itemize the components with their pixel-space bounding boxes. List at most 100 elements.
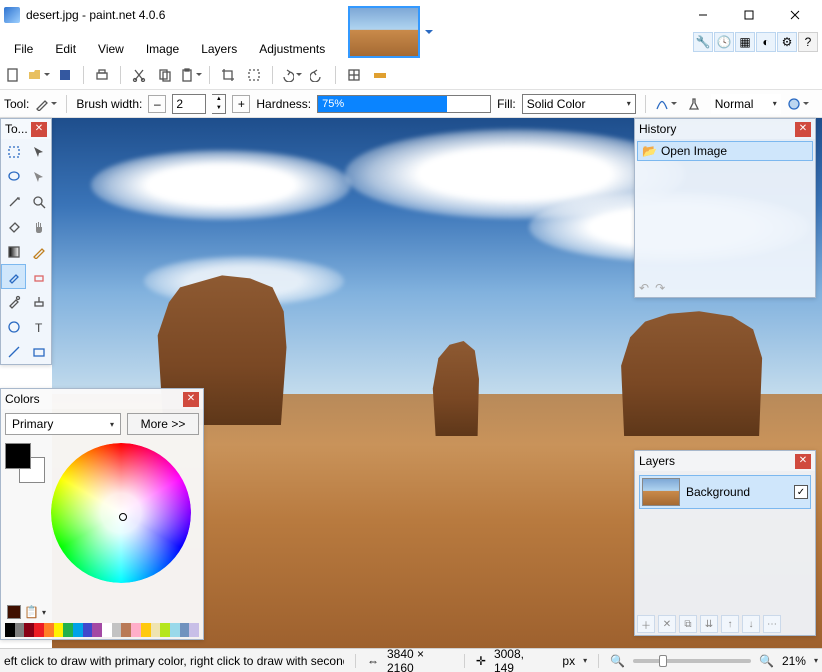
layer-row[interactable]: Background ✓ [639, 475, 811, 509]
palette-color[interactable] [189, 623, 199, 637]
layer-down-button[interactable]: ↓ [742, 615, 760, 633]
brush-width-spinner[interactable]: ▲▼ [212, 94, 226, 114]
palette-color[interactable] [160, 623, 170, 637]
layer-visible-checkbox[interactable]: ✓ [794, 485, 808, 499]
palette-color[interactable] [131, 623, 141, 637]
menu-view[interactable]: View [88, 39, 134, 59]
tool-picker[interactable] [35, 93, 57, 115]
menu-edit[interactable]: Edit [45, 39, 86, 59]
tool-pan[interactable] [26, 214, 51, 239]
palette-color[interactable] [5, 623, 15, 637]
tool-magic-wand[interactable] [1, 189, 26, 214]
palette-color[interactable] [15, 623, 25, 637]
history-undo-icon[interactable]: ↶ [639, 281, 649, 295]
colors-more-button[interactable]: More >> [127, 413, 199, 435]
tool-pencil[interactable] [26, 239, 51, 264]
settings-icon[interactable]: ⚙ [777, 32, 797, 52]
tool-line[interactable] [1, 339, 26, 364]
deselect-button[interactable] [243, 64, 265, 86]
recent-color-swatch[interactable] [7, 605, 21, 619]
brush-width-inc[interactable]: + [232, 95, 250, 113]
layers-panel-close[interactable]: ✕ [795, 454, 811, 469]
redo-button[interactable] [306, 64, 328, 86]
tool-colorpicker[interactable] [1, 289, 26, 314]
add-color-icon[interactable]: 📋 [24, 605, 39, 619]
zoom-out-icon[interactable]: 🔍 [610, 654, 625, 668]
palette-color[interactable] [73, 623, 83, 637]
cut-button[interactable] [128, 64, 150, 86]
fill-select[interactable]: Solid Color▾ [522, 94, 636, 114]
tool-move-pixels[interactable] [26, 164, 51, 189]
paste-button[interactable] [180, 64, 202, 86]
palette-color[interactable] [83, 623, 93, 637]
tool-recolor[interactable] [1, 314, 26, 339]
layer-up-button[interactable]: ↑ [721, 615, 739, 633]
new-button[interactable] [2, 64, 24, 86]
history-redo-icon[interactable]: ↷ [655, 281, 665, 295]
antialias-toggle[interactable] [655, 93, 677, 115]
brush-width-input[interactable] [172, 94, 206, 114]
blend-mode-select[interactable]: Normal▾ [711, 94, 781, 114]
palette-color[interactable] [44, 623, 54, 637]
tool-gradient[interactable] [1, 239, 26, 264]
palette-color[interactable] [112, 623, 122, 637]
menu-layers[interactable]: Layers [191, 39, 247, 59]
palette-color[interactable] [141, 623, 151, 637]
tools-panel-close[interactable]: ✕ [31, 122, 47, 137]
palette-strip[interactable] [5, 623, 199, 637]
colors-panel-close[interactable]: ✕ [183, 392, 199, 407]
overwrite-toggle[interactable] [787, 93, 809, 115]
image-tab-desert[interactable] [348, 6, 420, 58]
menu-image[interactable]: Image [136, 39, 189, 59]
tools-window-toggle[interactable]: 🔧 [693, 32, 713, 52]
tool-lasso[interactable] [1, 164, 26, 189]
history-panel-close[interactable]: ✕ [795, 122, 811, 137]
layers-window-toggle[interactable]: ▦ [735, 32, 755, 52]
grid-button[interactable] [343, 64, 365, 86]
colors-window-toggle[interactable]: ◐ [756, 32, 776, 52]
palette-color[interactable] [151, 623, 161, 637]
layer-delete-button[interactable]: ✕ [658, 615, 676, 633]
tool-eraser[interactable] [26, 264, 51, 289]
close-button[interactable] [772, 1, 818, 29]
tool-rect-select[interactable] [1, 139, 26, 164]
brush-width-dec[interactable]: – [148, 95, 166, 113]
palette-color[interactable] [180, 623, 190, 637]
ruler-button[interactable] [369, 64, 391, 86]
color-mode-select[interactable]: Primary▾ [5, 413, 121, 435]
palette-color[interactable] [121, 623, 131, 637]
menu-adjustments[interactable]: Adjustments [249, 39, 335, 59]
layer-merge-button[interactable]: ⇊ [700, 615, 718, 633]
color-swatches[interactable] [5, 443, 45, 483]
help-icon[interactable]: ? [798, 32, 818, 52]
zoom-slider[interactable] [633, 659, 751, 663]
maximize-button[interactable] [726, 1, 772, 29]
history-item[interactable]: 📂 Open Image [637, 141, 813, 161]
copy-button[interactable] [154, 64, 176, 86]
save-button[interactable] [54, 64, 76, 86]
hardness-slider[interactable]: 75% [317, 95, 491, 113]
print-button[interactable] [91, 64, 113, 86]
palette-color[interactable] [63, 623, 73, 637]
palette-color[interactable] [92, 623, 102, 637]
crop-button[interactable] [217, 64, 239, 86]
palette-color[interactable] [170, 623, 180, 637]
menu-file[interactable]: File [4, 39, 43, 59]
history-window-toggle[interactable]: 🕓 [714, 32, 734, 52]
zoom-in-icon[interactable]: 🔍 [759, 654, 774, 668]
layer-add-button[interactable]: ＋ [637, 615, 655, 633]
layer-duplicate-button[interactable]: ⧉ [679, 615, 697, 633]
primary-swatch[interactable] [5, 443, 31, 469]
tool-clone[interactable] [26, 289, 51, 314]
minimize-button[interactable] [680, 1, 726, 29]
tool-paintbucket[interactable] [1, 214, 26, 239]
tool-move-selection[interactable] [26, 139, 51, 164]
undo-button[interactable] [280, 64, 302, 86]
layer-props-button[interactable]: ⋯ [763, 615, 781, 633]
tool-text[interactable]: T [26, 314, 51, 339]
palette-color[interactable] [34, 623, 44, 637]
status-unit[interactable]: px [562, 654, 575, 668]
palette-color[interactable] [102, 623, 112, 637]
image-tab-dropdown-icon[interactable] [424, 27, 434, 37]
palette-menu-icon[interactable]: ▾ [42, 608, 46, 617]
